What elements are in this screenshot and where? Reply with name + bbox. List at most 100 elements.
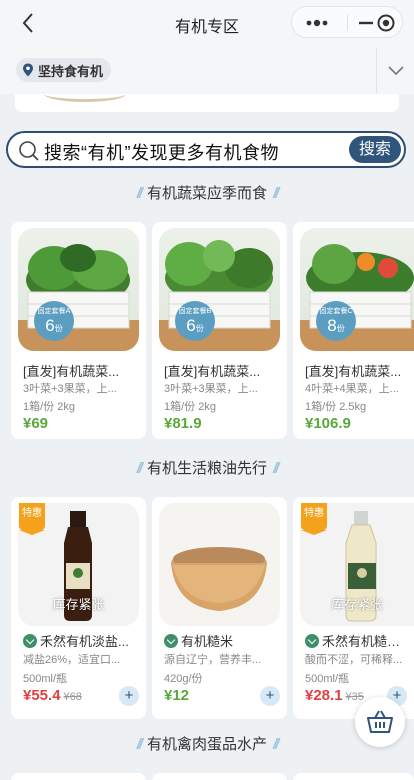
section-title-vegetables: //有机蔬菜应季而食//: [0, 182, 414, 206]
product-name-text: 禾然有机糙米...: [322, 634, 408, 649]
special-offer-tag: 特惠: [19, 503, 45, 535]
target-circle-icon: [377, 14, 395, 32]
badge-unit: 份: [54, 324, 63, 333]
product-image: 固定套餐B 6份: [159, 228, 280, 351]
product-spec: 1箱/份 2kg: [164, 401, 216, 413]
store-bar: 坚持食有机: [0, 48, 414, 94]
product-price: ¥28.1 ¥35: [305, 687, 364, 704]
badge-count: 6: [186, 316, 196, 335]
original-price: ¥35: [345, 691, 364, 703]
product-image: 固定套餐A 6份: [18, 228, 139, 351]
product-price: ¥81.9: [164, 415, 202, 432]
store-selector[interactable]: 坚持食有机: [16, 58, 112, 82]
chevron-down-icon: [388, 66, 404, 76]
product-desc: 减盐26%，适宜口...: [23, 654, 121, 666]
stock-status: 库存紧张: [52, 597, 105, 612]
minus-icon: [359, 21, 373, 25]
add-to-cart-button[interactable]: +: [260, 686, 280, 706]
section-title-text: 有机禽肉蛋品水产: [146, 736, 267, 753]
product-spec: 1箱/份 2kg: [23, 401, 75, 413]
organic-leaf-icon: [23, 634, 37, 648]
badge-unit: 份: [336, 324, 345, 333]
minimize-button[interactable]: [358, 15, 374, 31]
product-name: 有机糙米: [164, 631, 281, 650]
product-price: ¥106.9: [305, 415, 351, 432]
product-spec: 420g/份: [164, 673, 203, 685]
product-spec: 1箱/份 2.5kg: [305, 401, 367, 413]
section-title-text: 有机蔬菜应季而食: [146, 185, 267, 202]
slash-decoration-right: //: [273, 736, 280, 753]
cart-button[interactable]: [355, 697, 405, 747]
product-card[interactable]: 固定套餐B 6份 [直发]有机蔬菜... 3叶菜+3果菜，上... 1箱/份 2…: [152, 222, 287, 439]
product-name: 禾然有机糙米...: [305, 631, 408, 650]
product-price: ¥55.4 ¥68: [23, 687, 82, 704]
package-count-badge: 固定套餐C 8份: [316, 301, 356, 341]
section-title-grain-oil: //有机生活粮油先行//: [0, 457, 414, 481]
product-spec: 500ml/瓶: [23, 673, 68, 685]
product-price: ¥69: [23, 415, 49, 432]
product-desc: 源自辽宁，营养丰...: [164, 654, 262, 666]
product-name-text: 禾然有机淡盐...: [40, 634, 129, 649]
organic-leaf-icon: [305, 634, 319, 648]
product-spec: 500ml/瓶: [305, 673, 350, 685]
badge-label: 固定套餐A: [37, 308, 71, 315]
basket-icon: [367, 710, 393, 733]
badge-unit: 份: [195, 324, 204, 333]
more-button[interactable]: [304, 16, 334, 28]
special-offer-tag: 特惠: [301, 503, 327, 535]
search-icon: [19, 141, 39, 161]
slash-decoration-left: //: [136, 185, 144, 202]
plus-icon: +: [265, 687, 275, 704]
product-name: [直发]有机蔬菜...: [305, 364, 402, 379]
product-card[interactable]: [11, 773, 146, 780]
package-count-badge: 固定套餐A 6份: [34, 301, 74, 341]
current-price: ¥28.1: [305, 687, 343, 704]
search-input[interactable]: 搜索“有机”发现更多有机食物: [44, 139, 279, 165]
product-card[interactable]: 固定套餐C 8份 [直发]有机蔬菜... 4叶菜+4果菜，上... 1箱/份 2…: [293, 222, 414, 439]
slash-decoration-right: //: [273, 185, 280, 202]
slash-decoration-right: //: [273, 460, 280, 477]
product-desc: 4叶菜+4果菜，上...: [305, 383, 399, 395]
add-to-cart-button[interactable]: +: [119, 686, 139, 706]
current-price: ¥55.4: [23, 687, 61, 704]
product-card[interactable]: 库存紧张 特惠 禾然有机糙米... 酸而不涩，可稀释... 500ml/瓶 ¥2…: [293, 497, 414, 719]
search-bar[interactable]: 搜索“有机”发现更多有机食物 搜索: [6, 131, 406, 168]
product-card[interactable]: 库存紧张 特惠 禾然有机淡盐... 减盐26%，适宜口... 500ml/瓶 ¥…: [11, 497, 146, 719]
product-name-text: 有机糙米: [181, 634, 234, 649]
package-count-badge: 固定套餐B 6份: [175, 301, 215, 341]
more-dots-icon: [306, 19, 328, 27]
plus-icon: +: [124, 687, 134, 704]
product-card[interactable]: [152, 773, 287, 780]
store-name: 坚持食有机: [38, 63, 104, 79]
product-card[interactable]: 有机糙米 源自辽宁，营养丰... 420g/份 ¥12 +: [152, 497, 287, 719]
mini-program-capsule: [291, 6, 403, 38]
product-desc: 3叶菜+3果菜，上...: [164, 383, 258, 395]
close-button[interactable]: [377, 14, 395, 32]
section-title-meat-eggs-seafood: //有机禽肉蛋品水产//: [0, 733, 414, 757]
product-card[interactable]: [293, 773, 414, 780]
original-price: ¥68: [63, 691, 82, 703]
badge-label: 固定套餐B: [178, 308, 212, 315]
organic-leaf-icon: [164, 634, 178, 648]
product-price: ¥12: [164, 687, 190, 704]
product-image: 固定套餐C 8份: [300, 228, 414, 351]
product-desc: 酸而不涩，可稀释...: [305, 654, 403, 666]
capsule-divider: [347, 15, 348, 31]
product-name: 禾然有机淡盐...: [23, 631, 140, 650]
stock-status: 库存紧张: [330, 597, 383, 612]
badge-count: 8: [327, 316, 337, 335]
map-pin-icon: [23, 63, 33, 77]
badge-label: 固定套餐C: [319, 308, 353, 315]
banner-carousel[interactable]: [0, 94, 414, 118]
product-card[interactable]: 固定套餐A 6份 [直发]有机蔬菜... 3叶菜+3果菜，上... 1箱/份 2…: [11, 222, 146, 439]
badge-count: 6: [45, 316, 55, 335]
search-button[interactable]: 搜索: [349, 136, 401, 163]
product-name: [直发]有机蔬菜...: [164, 364, 261, 379]
product-name: [直发]有机蔬菜...: [23, 364, 120, 379]
section-title-text: 有机生活粮油先行: [146, 460, 267, 477]
product-image: [159, 503, 280, 626]
slash-decoration-left: //: [136, 460, 144, 477]
expand-button[interactable]: [376, 48, 414, 94]
slash-decoration-left: //: [136, 736, 144, 753]
product-desc: 3叶菜+3果菜，上...: [23, 383, 117, 395]
